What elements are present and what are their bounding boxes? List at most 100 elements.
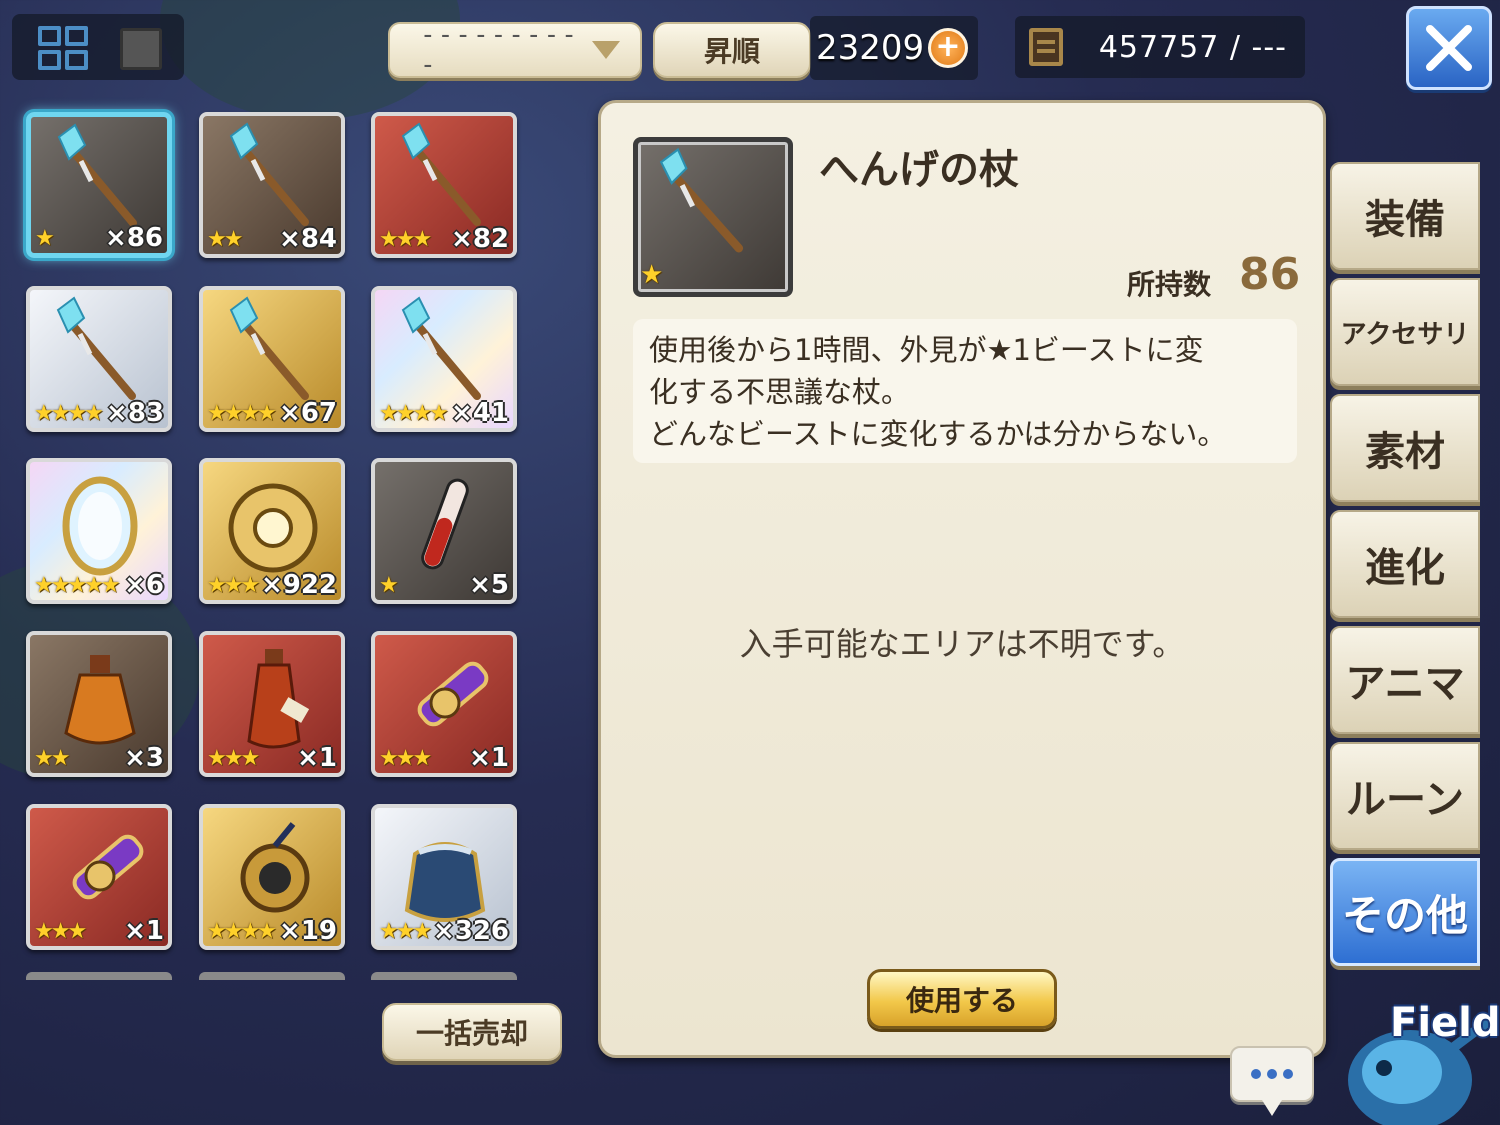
scroll-icon <box>417 661 489 727</box>
description-line: 使用後から1時間、外見が★1ビーストに変 <box>649 333 1204 367</box>
tab-material[interactable]: 素材 <box>1330 394 1480 502</box>
staff-icon <box>401 296 481 400</box>
tab-other[interactable]: その他 <box>1330 858 1480 966</box>
item-count: ×86 <box>105 223 163 253</box>
close-icon <box>1426 25 1472 71</box>
orb-icon <box>228 483 318 573</box>
staff-icon <box>57 123 137 227</box>
item-count: ×1 <box>124 916 164 946</box>
view-toggle <box>12 14 184 80</box>
tab-evolution[interactable]: 進化 <box>1330 510 1480 618</box>
item-slot[interactable]: ★★★ ×1 <box>371 631 517 777</box>
inventory-capacity: 457757 / --- <box>1015 16 1305 78</box>
item-count: ×6 <box>124 570 164 600</box>
item-detail-stars: ★ <box>640 260 663 290</box>
staff-icon <box>229 296 309 400</box>
item-slot[interactable]: ★★★ ×82 <box>371 112 517 258</box>
item-count: ×5 <box>469 570 509 600</box>
field-button-label[interactable]: Field <box>1390 1000 1500 1046</box>
item-stars: ★★★ <box>34 919 87 944</box>
acquisition-area-text: 入手可能なエリアは不明です。 <box>739 625 1185 663</box>
item-slot[interactable]: ★★★ ×1 <box>199 631 345 777</box>
list-view-icon[interactable] <box>120 28 162 70</box>
pouch-icon <box>404 842 486 922</box>
use-item-button[interactable]: 使用する <box>867 969 1057 1029</box>
item-count: ×922 <box>260 570 337 600</box>
staff-icon <box>229 122 309 226</box>
item-count: ×19 <box>279 916 337 946</box>
sort-order-button[interactable]: 昇順 <box>653 22 811 78</box>
item-stars: ★★★ <box>207 746 260 771</box>
potion-icon <box>64 655 136 745</box>
owned-count-label: 所持数 <box>1127 268 1212 301</box>
item-slot[interactable]: ★★★ ×326 <box>371 804 517 950</box>
item-slot[interactable]: ★★★★★ ×6 <box>26 458 172 604</box>
next-row-peek <box>199 972 345 980</box>
item-detail-panel: ★ へんげの杖 所持数 86 使用後から1時間、外見が★1ビーストに変 化する不… <box>598 100 1326 1058</box>
item-count: ×84 <box>279 224 337 254</box>
item-slot[interactable]: ★★★★ ×83 <box>26 286 172 432</box>
item-count: ×1 <box>469 743 509 773</box>
item-count: ×83 <box>106 398 164 428</box>
item-count: ×82 <box>451 224 509 254</box>
item-description: 使用後から1時間、外見が★1ビーストに変 化する不思議な杖。 どんなビーストに変… <box>633 319 1297 463</box>
item-stars: ★★★★ <box>34 401 104 426</box>
sort-dropdown-value: ---------- <box>420 20 579 80</box>
item-count: ×3 <box>124 743 164 773</box>
sell-all-button[interactable]: 一括売却 <box>382 1003 562 1061</box>
item-slot[interactable]: ★ ×86 <box>26 112 172 258</box>
description-line: どんなビーストに変化するかは分からない。 <box>649 417 1227 451</box>
item-stars: ★ <box>35 226 55 251</box>
item-stars: ★★★ <box>379 919 432 944</box>
item-stars: ★★ <box>207 227 243 252</box>
item-stars: ★ <box>379 573 399 598</box>
item-slot[interactable]: ★★ ×84 <box>199 112 345 258</box>
item-stars: ★★★★ <box>207 919 277 944</box>
item-count: ×1 <box>297 743 337 773</box>
chat-dot <box>1251 1069 1261 1079</box>
description-line: 化する不思議な杖。 <box>649 375 911 409</box>
close-button[interactable] <box>1406 6 1492 90</box>
tab-accessory[interactable]: アクセサリ <box>1330 278 1480 386</box>
owned-count-value: 86 <box>1239 249 1301 300</box>
cabinet-icon <box>1029 28 1063 66</box>
item-slot[interactable]: ★★★ ×1 <box>26 804 172 950</box>
scroll-icon <box>72 834 144 900</box>
item-stars: ★★★★★ <box>34 573 121 598</box>
item-count: ×41 <box>451 398 509 428</box>
staff-icon <box>401 122 481 226</box>
grid-view-icon[interactable] <box>32 24 94 72</box>
vial-icon <box>421 478 469 570</box>
item-stars: ★★★ <box>207 573 260 598</box>
capacity-text: 457757 / --- <box>1098 29 1287 65</box>
next-row-peek <box>371 972 517 980</box>
tab-anima[interactable]: アニマ <box>1330 626 1480 734</box>
currency-display: 23209 + <box>810 16 978 80</box>
sort-dropdown[interactable]: ---------- <box>388 20 642 80</box>
item-count: ×67 <box>279 398 337 428</box>
chat-dot <box>1267 1069 1277 1079</box>
staff-icon <box>56 296 136 400</box>
currency-amount: 23209 <box>816 28 925 68</box>
chat-dot <box>1283 1069 1293 1079</box>
potion-bottle-icon <box>247 649 310 749</box>
item-slot[interactable]: ★★ ×3 <box>26 631 172 777</box>
item-stars: ★★★★ <box>379 401 449 426</box>
item-stars: ★★★ <box>379 746 432 771</box>
item-detail-thumbnail: ★ <box>633 137 793 297</box>
tab-equipment[interactable]: 装備 <box>1330 162 1480 270</box>
mirror-icon <box>62 476 138 576</box>
item-stars: ★★★ <box>379 227 432 252</box>
tab-rune[interactable]: ルーン <box>1330 742 1480 850</box>
amulet-icon <box>240 822 310 913</box>
item-stars: ★★★★ <box>207 401 277 426</box>
add-currency-button[interactable]: + <box>928 28 968 68</box>
item-slot[interactable]: ★ ×5 <box>371 458 517 604</box>
item-slot[interactable]: ★★★★ ×19 <box>199 804 345 950</box>
item-count: ×326 <box>432 916 509 946</box>
item-slot[interactable]: ★★★ ×922 <box>199 458 345 604</box>
chat-button[interactable] <box>1230 1046 1314 1116</box>
staff-icon <box>659 147 744 253</box>
item-slot[interactable]: ★★★★ ×67 <box>199 286 345 432</box>
item-slot[interactable]: ★★★★ ×41 <box>371 286 517 432</box>
